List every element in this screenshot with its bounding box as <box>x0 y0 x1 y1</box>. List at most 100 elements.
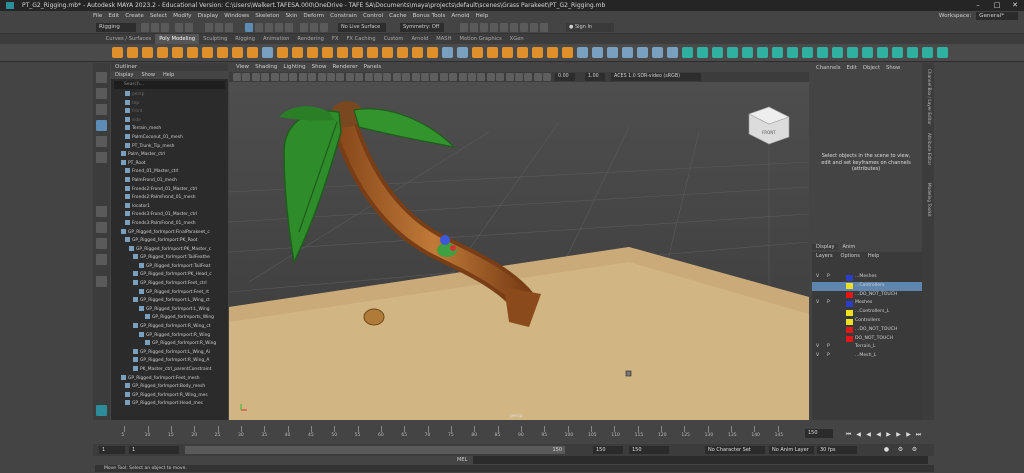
select-by-deformation-icon[interactable] <box>285 23 293 32</box>
shelf-tab-sculpting[interactable]: Sculpting <box>199 34 231 44</box>
layer-row[interactable]: ...Controllers <box>812 281 922 291</box>
shelf-tab-motion-graphics[interactable]: Motion Graphics <box>456 34 506 44</box>
layer-menu-options[interactable]: Options <box>837 253 864 259</box>
viewport-tool-icon[interactable] <box>515 73 523 81</box>
outliner-item[interactable]: Fronds3:PalmFrond_01_mesh <box>111 219 228 229</box>
end-time-field[interactable]: 150 <box>629 446 669 454</box>
layer-playback-toggle[interactable]: P <box>827 343 830 352</box>
render-settings-icon[interactable] <box>480 23 488 32</box>
menuset-dropdown[interactable]: Rigging <box>96 23 136 32</box>
shelf-tool-icon[interactable] <box>382 47 393 58</box>
shelf-tool-icon[interactable] <box>757 47 768 58</box>
select-by-joint-icon[interactable] <box>255 23 263 32</box>
channel-menu-show[interactable]: Show <box>886 65 906 71</box>
viewport-tool-icon[interactable] <box>270 73 279 81</box>
menu-create[interactable]: Create <box>122 11 147 21</box>
arnold-settings-icon[interactable] <box>520 23 528 32</box>
outliner-search[interactable]: Search... <box>114 81 225 89</box>
outliner-menu-show[interactable]: Show <box>137 72 159 78</box>
outliner-item[interactable]: GP_Rigged_forImport:FinalParakeet_c <box>111 228 228 238</box>
outliner-item[interactable]: GP_Rigged_forImport:R_Wing_ct <box>111 323 228 332</box>
snap-point-icon[interactable] <box>320 23 328 32</box>
menu-arnold[interactable]: Arnold <box>448 11 472 21</box>
playback-options-icon[interactable]: ⚙ <box>897 446 904 453</box>
layer-playback-toggle[interactable]: P <box>827 352 830 361</box>
layer-color-swatch[interactable] <box>846 283 853 290</box>
viewport-tool-icon[interactable] <box>261 73 270 81</box>
outliner-item[interactable]: GP_Rigged_forImport:PK_Head_c <box>111 271 228 280</box>
attribute-editor-tab[interactable]: Attribute Editor <box>924 133 932 165</box>
render-frame-icon[interactable] <box>460 23 468 32</box>
layer-playback-toggle[interactable]: P <box>827 273 830 282</box>
viewport-tool-icon[interactable] <box>533 73 542 81</box>
layer-tab-display[interactable]: Display <box>812 244 839 250</box>
shelf-tool-icon[interactable] <box>937 47 948 58</box>
select-component-icon[interactable] <box>225 23 233 32</box>
outliner-item[interactable]: PK_Master_ctrl_parentConstraint <box>111 366 228 375</box>
shelf-tool-icon[interactable] <box>367 47 378 58</box>
shelf-tab-fx[interactable]: FX <box>328 34 343 44</box>
shelf-tool-icon[interactable] <box>652 47 663 58</box>
viewport-tool-icon[interactable] <box>364 73 373 81</box>
layer-row[interactable]: DO_NOT_TOUCH <box>812 335 922 344</box>
viewport-tool-icon[interactable] <box>449 73 458 81</box>
shelf-tool-icon[interactable] <box>907 47 918 58</box>
shelf-tab-rendering[interactable]: Rendering <box>293 34 328 44</box>
go-to-end-icon[interactable]: ⏭ <box>915 431 922 438</box>
shelf-tool-icon[interactable] <box>877 47 888 58</box>
shelf-tool-icon[interactable] <box>217 47 228 58</box>
outliner-persp-icon[interactable] <box>96 254 107 265</box>
step-back-key-icon[interactable]: ◀ <box>855 431 862 438</box>
shelf-tool-icon[interactable] <box>727 47 738 58</box>
shelf-tool-icon[interactable] <box>187 47 198 58</box>
outliner-item[interactable]: GP_Rigged_forImport:Body_mesh <box>111 383 228 392</box>
viewport-menu-panels[interactable]: Panels <box>361 64 385 70</box>
layer-row[interactable]: Controllers <box>812 317 922 326</box>
viewport-tool-icon[interactable] <box>233 73 241 81</box>
layer-visibility-toggle[interactable]: V <box>816 299 819 308</box>
viewport-tool-icon[interactable] <box>486 73 495 81</box>
shelf-tool-icon[interactable] <box>802 47 813 58</box>
snap-grid-icon[interactable] <box>300 23 308 32</box>
shelf-tool-icon[interactable] <box>502 47 513 58</box>
viewport-menu-renderer[interactable]: Renderer <box>329 64 360 70</box>
outliner-item[interactable]: GP_Rigged_forImport:R_Wing <box>111 331 228 341</box>
playback-start-field[interactable]: 1 <box>129 446 179 454</box>
anim-layer-dropdown[interactable]: No Anim Layer <box>769 446 814 454</box>
gamma-field[interactable]: 1.00 <box>585 73 605 81</box>
outliner-item[interactable]: GP_Rigged_forImport:PK_Master_c <box>111 245 228 255</box>
shelf-tool-icon[interactable] <box>112 47 123 58</box>
viewport-tool-icon[interactable] <box>421 73 429 81</box>
outliner-item[interactable]: GP_Rigged_forImport:Feet_mesh <box>111 374 228 384</box>
shelf-tab-arnold[interactable]: Arnold <box>407 34 432 44</box>
viewport-tool-icon[interactable] <box>308 73 317 81</box>
go-to-start-icon[interactable]: ⏮ <box>845 431 852 438</box>
shelf-tool-icon[interactable] <box>742 47 753 58</box>
shelf-tool-icon[interactable] <box>787 47 798 58</box>
outliner-item[interactable]: GP_Rigged_forImport:R_Wing_mes <box>111 391 228 401</box>
outliner-item[interactable]: Terrain_mesh <box>111 125 228 134</box>
move-tool-icon[interactable] <box>96 120 107 131</box>
maximize-button[interactable]: □ <box>988 0 1006 11</box>
shelf-tool-icon[interactable] <box>457 47 468 58</box>
rotate-tool-icon[interactable] <box>96 136 107 147</box>
command-input[interactable] <box>473 456 928 464</box>
shelf-tool-icon[interactable] <box>157 47 168 58</box>
menu-edit[interactable]: Edit <box>105 11 122 21</box>
new-scene-icon[interactable] <box>141 23 149 32</box>
minimize-button[interactable]: – <box>969 0 987 11</box>
viewport-tool-icon[interactable] <box>411 73 420 81</box>
3d-viewport[interactable]: FRONT persp <box>229 82 809 420</box>
redo-icon[interactable] <box>185 23 193 32</box>
auto-key-icon[interactable]: ● <box>883 446 890 453</box>
menu-windows[interactable]: Windows <box>221 11 252 21</box>
viewport-tool-icon[interactable] <box>327 73 335 81</box>
step-forward-frame-icon[interactable]: ▶ <box>895 431 902 438</box>
layer-color-swatch[interactable] <box>846 336 853 343</box>
shelf-tool-icon[interactable] <box>142 47 153 58</box>
viewport-tool-icon[interactable] <box>289 73 298 81</box>
shelf-tab-xgen[interactable]: XGen <box>506 34 528 44</box>
workspace-dropdown[interactable]: General* <box>976 12 1018 20</box>
menu-help[interactable]: Help <box>473 11 492 21</box>
shelf-tool-icon[interactable] <box>427 47 438 58</box>
